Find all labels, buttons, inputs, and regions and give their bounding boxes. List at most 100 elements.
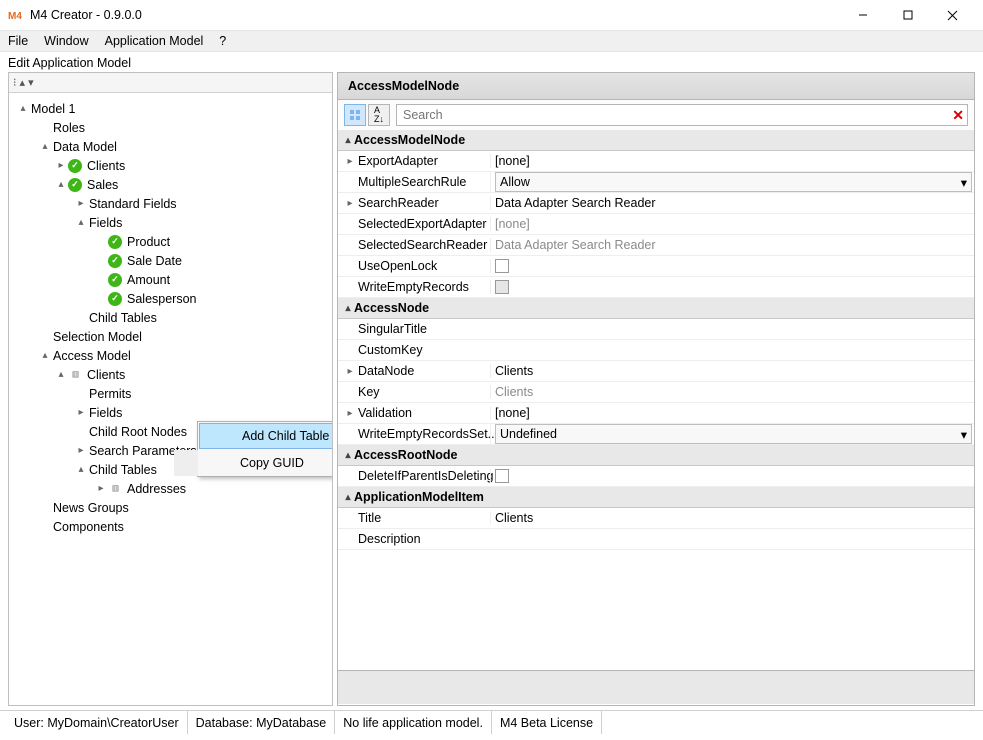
expander-icon[interactable]: ▸: [75, 445, 87, 456]
menu-file[interactable]: File: [8, 34, 28, 48]
check-circle-icon: ✓: [107, 234, 123, 250]
tree-salesperson[interactable]: Salesperson: [125, 292, 199, 306]
property-description-area: [338, 670, 974, 704]
menu-application-model[interactable]: Application Model: [105, 34, 204, 48]
status-life-model: No life application model.: [335, 711, 492, 734]
prop-name: UseOpenLock: [358, 259, 437, 273]
expander-icon[interactable]: ▴: [75, 217, 87, 228]
check-circle-icon: ✓: [67, 177, 83, 193]
property-panel-header: AccessModelNode: [337, 72, 975, 100]
prop-value[interactable]: Clients: [490, 364, 974, 378]
tree-components[interactable]: Components: [51, 520, 126, 534]
tree-amount[interactable]: Amount: [125, 273, 172, 287]
columns-icon: ▥: [67, 367, 83, 383]
check-circle-icon: ✓: [107, 291, 123, 307]
category-label: AccessNode: [354, 301, 429, 315]
prop-value: [none]: [490, 217, 974, 231]
tree-data-model[interactable]: Data Model: [51, 140, 119, 154]
expander-icon[interactable]: ▴: [342, 135, 354, 146]
tree-clients[interactable]: Clients: [85, 159, 127, 173]
minimize-button[interactable]: [840, 1, 885, 29]
prop-value[interactable]: Data Adapter Search Reader: [490, 196, 974, 210]
tree-product[interactable]: Product: [125, 235, 172, 249]
property-grid[interactable]: ▴AccessModelNode ▸ExportAdapter[none] Mu…: [337, 130, 975, 706]
tree-standard-fields[interactable]: Standard Fields: [87, 197, 179, 211]
expander-icon[interactable]: ▸: [75, 198, 87, 209]
tree-child-tables[interactable]: Child Tables: [87, 311, 159, 325]
checkbox: [495, 280, 509, 294]
tree-am-clients[interactable]: Clients: [85, 368, 127, 382]
title-bar: M4 M4 Creator - 0.9.0.0: [0, 0, 983, 30]
model-tree[interactable]: ▴Model 1 Roles ▴Data Model ▸✓Clients ▴✓S…: [9, 93, 332, 705]
expander-icon[interactable]: ▸: [75, 407, 87, 418]
menu-item-copy-guid[interactable]: Copy GUID: [174, 450, 332, 476]
category-label: AccessRootNode: [354, 448, 458, 462]
expander-icon[interactable]: ▸: [344, 198, 356, 209]
tree-am-child-tables[interactable]: Child Tables: [87, 463, 159, 477]
tree-toolbar[interactable]: ⁝ ▴ ▾: [9, 73, 332, 93]
category-label: ApplicationModelItem: [354, 490, 484, 504]
expander-icon[interactable]: ▴: [17, 103, 29, 114]
expander-icon[interactable]: ▸: [95, 483, 107, 494]
tree-roles[interactable]: Roles: [51, 121, 87, 135]
prop-value[interactable]: Clients: [490, 511, 974, 525]
prop-value[interactable]: [none]: [490, 154, 974, 168]
prop-name: Validation: [358, 406, 412, 420]
clear-search-icon[interactable]: ✕: [952, 107, 964, 124]
check-circle-icon: ✓: [107, 253, 123, 269]
expander-icon[interactable]: ▸: [344, 366, 356, 377]
expander-icon[interactable]: ▸: [344, 156, 356, 167]
prop-name: SelectedExportAdapter: [358, 217, 487, 231]
prop-name: MultipleSearchRule: [358, 175, 466, 189]
menu-item-add-child-table[interactable]: Add Child Table: [199, 423, 332, 449]
status-database: Database: MyDatabase: [188, 711, 336, 734]
tree-sale-date[interactable]: Sale Date: [125, 254, 184, 268]
tree-permits[interactable]: Permits: [87, 387, 133, 401]
expander-icon[interactable]: ▴: [39, 350, 51, 361]
expander-icon[interactable]: ▴: [75, 464, 87, 475]
expander-icon[interactable]: ▴: [342, 492, 354, 503]
maximize-button[interactable]: [885, 1, 930, 29]
status-bar: User: MyDomain\CreatorUser Database: MyD…: [0, 710, 983, 734]
expander-icon[interactable]: ▴: [342, 450, 354, 461]
dropdown[interactable]: Allow▾: [495, 172, 972, 192]
menu-help[interactable]: ?: [219, 34, 226, 48]
checkbox[interactable]: [495, 469, 509, 483]
tree-fields[interactable]: Fields: [87, 216, 124, 230]
close-button[interactable]: [930, 1, 975, 29]
expander-icon[interactable]: ▴: [39, 141, 51, 152]
columns-icon: ▥: [107, 481, 123, 497]
check-circle-icon: ✓: [107, 272, 123, 288]
sort-alpha-button[interactable]: AZ↓: [368, 104, 390, 126]
prop-name: ExportAdapter: [358, 154, 438, 168]
expander-icon[interactable]: ▴: [342, 303, 354, 314]
prop-name: SingularTitle: [358, 322, 427, 336]
menu-window[interactable]: Window: [44, 34, 88, 48]
tree-child-root-nodes[interactable]: Child Root Nodes: [87, 425, 189, 439]
window-title: M4 Creator - 0.9.0.0: [30, 8, 840, 22]
prop-value: Data Adapter Search Reader: [490, 238, 974, 252]
tree-addresses[interactable]: Addresses: [125, 482, 188, 496]
expander-icon[interactable]: ▸: [344, 408, 356, 419]
status-license: M4 Beta License: [492, 711, 602, 734]
expander-icon[interactable]: ▴: [55, 179, 67, 190]
checkbox[interactable]: [495, 259, 509, 273]
sort-categorized-button[interactable]: [344, 104, 366, 126]
menu-item-label: Add Child Table: [242, 429, 329, 443]
prop-value[interactable]: [none]: [490, 406, 974, 420]
dropdown[interactable]: Undefined▾: [495, 424, 972, 444]
prop-name: Description: [358, 532, 421, 546]
expander-icon[interactable]: ▸: [55, 160, 67, 171]
tree-access-model[interactable]: Access Model: [51, 349, 133, 363]
chevron-down-icon: ▾: [961, 427, 967, 442]
tree-root[interactable]: Model 1: [29, 102, 77, 116]
tree-am-fields[interactable]: Fields: [87, 406, 124, 420]
prop-name: SelectedSearchReader: [358, 238, 487, 252]
tree-sales[interactable]: Sales: [85, 178, 120, 192]
property-search-input[interactable]: [396, 104, 968, 126]
tree-news-groups[interactable]: News Groups: [51, 501, 131, 515]
expander-icon[interactable]: ▴: [55, 369, 67, 380]
dropdown-value: Allow: [500, 175, 530, 189]
tree-selection-model[interactable]: Selection Model: [51, 330, 144, 344]
check-circle-icon: ✓: [67, 158, 83, 174]
